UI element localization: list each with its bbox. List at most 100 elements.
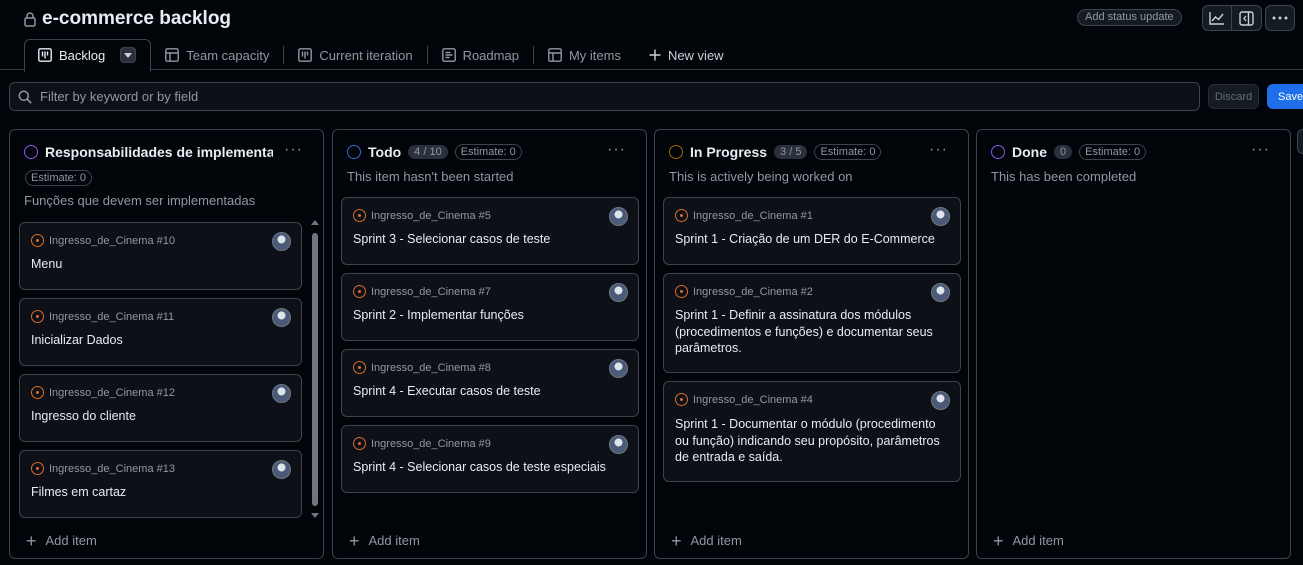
column-menu-button[interactable]: ··· <box>929 141 948 159</box>
column-header: Done 0 Estimate: 0 <box>991 144 1147 160</box>
filter-placeholder: Filter by keyword or by field <box>40 89 199 104</box>
add-item-button[interactable]: + Add item <box>26 530 97 551</box>
item-card[interactable]: Ingresso_de_Cinema #9 Sprint 4 - Selecio… <box>341 425 639 493</box>
side-panel-button[interactable] <box>1232 5 1262 31</box>
tab-team-capacity[interactable]: Team capacity <box>151 39 283 71</box>
avatar[interactable] <box>609 435 628 454</box>
item-card[interactable]: Ingresso_de_Cinema #7 Sprint 2 - Impleme… <box>341 273 639 341</box>
card-title[interactable]: Sprint 1 - Documentar o módulo (procedim… <box>675 416 948 466</box>
tab-label: Current iteration <box>319 47 413 63</box>
avatar[interactable] <box>272 308 291 327</box>
card-title[interactable]: Sprint 2 - Implementar funções <box>353 307 626 324</box>
card-title[interactable]: Sprint 3 - Selecionar casos de teste <box>353 231 626 248</box>
issue-open-icon <box>31 386 44 399</box>
tab-backlog[interactable]: Backlog <box>24 38 152 72</box>
card-repo-label: Ingresso_de_Cinema #2 <box>693 285 813 298</box>
tab-my-items[interactable]: My items <box>534 39 635 71</box>
filter-input[interactable]: Filter by keyword or by field <box>9 82 1200 111</box>
status-dot-icon <box>24 145 38 159</box>
next-column-edge[interactable] <box>1297 129 1303 154</box>
column-scrollbar[interactable] <box>310 217 320 523</box>
card-title[interactable]: Menu <box>31 256 289 273</box>
issue-open-icon <box>353 361 366 374</box>
add-status-update-button[interactable]: Add status update <box>1077 9 1182 26</box>
tab-label: Team capacity <box>186 47 270 63</box>
card-repo-label: Ingresso_de_Cinema #9 <box>371 437 491 450</box>
item-count-badge: 3 / 5 <box>774 145 808 159</box>
column-menu-button[interactable]: ··· <box>1251 141 1270 159</box>
tab-new-view[interactable]: New view <box>635 39 738 71</box>
column-description: Funções que devem ser implementadas <box>24 193 256 208</box>
view-tabs: Backlog Team capacity Current iteration … <box>24 38 738 72</box>
add-item-button[interactable]: + Add item <box>993 530 1064 551</box>
column-title: Done <box>1012 144 1047 160</box>
card-repo-label: Ingresso_de_Cinema #13 <box>49 462 175 475</box>
issue-open-icon <box>675 209 688 222</box>
avatar[interactable] <box>931 283 950 302</box>
project-header: e-commerce backlog Add status update Bac… <box>0 0 1303 72</box>
more-options-button[interactable] <box>1265 5 1295 31</box>
card-title[interactable]: Sprint 1 - Definir a assinatura dos módu… <box>675 307 948 357</box>
estimate-badge: Estimate: 0 <box>814 144 882 160</box>
item-card[interactable]: Ingresso_de_Cinema #4 Sprint 1 - Documen… <box>663 381 961 482</box>
avatar[interactable] <box>609 207 628 226</box>
item-card[interactable]: Ingresso_de_Cinema #13 Filmes em cartaz <box>19 450 302 518</box>
view-options-button[interactable] <box>120 47 137 63</box>
estimate-badge: Estimate: 0 <box>25 170 93 186</box>
item-card[interactable]: Ingresso_de_Cinema #12 Ingresso do clien… <box>19 374 302 442</box>
item-card[interactable]: Ingresso_de_Cinema #2 Sprint 1 - Definir… <box>663 273 961 373</box>
tab-roadmap[interactable]: Roadmap <box>428 39 533 71</box>
card-title[interactable]: Inicializar Dados <box>31 332 289 349</box>
item-count-badge: 4 / 10 <box>408 145 448 159</box>
card-title[interactable]: Ingresso do cliente <box>31 408 289 425</box>
scroll-up-icon[interactable] <box>311 220 319 225</box>
card-repo: Ingresso_de_Cinema #8 <box>353 361 491 374</box>
insights-button[interactable] <box>1202 5 1232 31</box>
scroll-thumb[interactable] <box>312 233 318 506</box>
column-menu-button[interactable]: ··· <box>284 141 303 159</box>
card-title[interactable]: Sprint 4 - Executar casos de teste <box>353 383 626 400</box>
card-title[interactable]: Sprint 4 - Selecionar casos de teste esp… <box>353 459 626 476</box>
avatar[interactable] <box>609 359 628 378</box>
tab-label: Roadmap <box>462 47 519 63</box>
column-header: Todo 4 / 10 Estimate: 0 <box>347 144 522 160</box>
item-card[interactable]: Ingresso_de_Cinema #5 Sprint 3 - Selecio… <box>341 197 639 265</box>
column-title: Todo <box>368 144 402 160</box>
avatar[interactable] <box>272 384 291 403</box>
avatar[interactable] <box>609 283 628 302</box>
plus-icon: + <box>26 530 37 551</box>
issue-open-icon <box>353 285 366 298</box>
title-row: e-commerce backlog <box>24 8 231 30</box>
add-item-button[interactable]: + Add item <box>671 532 742 550</box>
add-item-label: Add item <box>368 533 420 548</box>
issue-open-icon <box>353 437 366 450</box>
add-item-button[interactable]: + Add item <box>349 532 420 550</box>
issue-open-icon <box>675 393 688 406</box>
item-card[interactable]: Ingresso_de_Cinema #1 Sprint 1 - Criação… <box>663 197 961 265</box>
avatar[interactable] <box>931 391 950 410</box>
plus-icon: + <box>993 530 1004 551</box>
item-card[interactable]: Ingresso_de_Cinema #10 Menu <box>19 222 302 290</box>
save-button[interactable]: Save <box>1267 84 1303 109</box>
column-menu-button[interactable]: ··· <box>607 141 626 159</box>
project-title[interactable]: e-commerce backlog <box>42 8 231 30</box>
estimate-badge: Estimate: 0 <box>1079 144 1147 160</box>
card-title[interactable]: Filmes em cartaz <box>31 484 289 501</box>
tab-label: My items <box>568 47 621 63</box>
item-card[interactable]: Ingresso_de_Cinema #11 Inicializar Dados <box>19 298 302 366</box>
add-item-label: Add item <box>45 533 97 548</box>
item-card[interactable]: Ingresso_de_Cinema #8 Sprint 4 - Executa… <box>341 349 639 417</box>
discard-button[interactable]: Discard <box>1208 84 1259 109</box>
header-actions <box>1202 5 1295 31</box>
item-count-badge: 0 <box>1054 145 1073 159</box>
card-repo: Ingresso_de_Cinema #5 <box>353 209 491 222</box>
avatar[interactable] <box>931 207 950 226</box>
column-description: This has been completed <box>991 169 1137 184</box>
insights-icon <box>1209 12 1224 25</box>
avatar[interactable] <box>272 232 291 251</box>
card-title[interactable]: Sprint 1 - Criação de um DER do E-Commer… <box>675 231 948 248</box>
status-dot-icon <box>347 145 361 159</box>
tab-current-iteration[interactable]: Current iteration <box>284 39 426 71</box>
avatar[interactable] <box>272 460 291 479</box>
scroll-down-icon[interactable] <box>311 513 319 518</box>
